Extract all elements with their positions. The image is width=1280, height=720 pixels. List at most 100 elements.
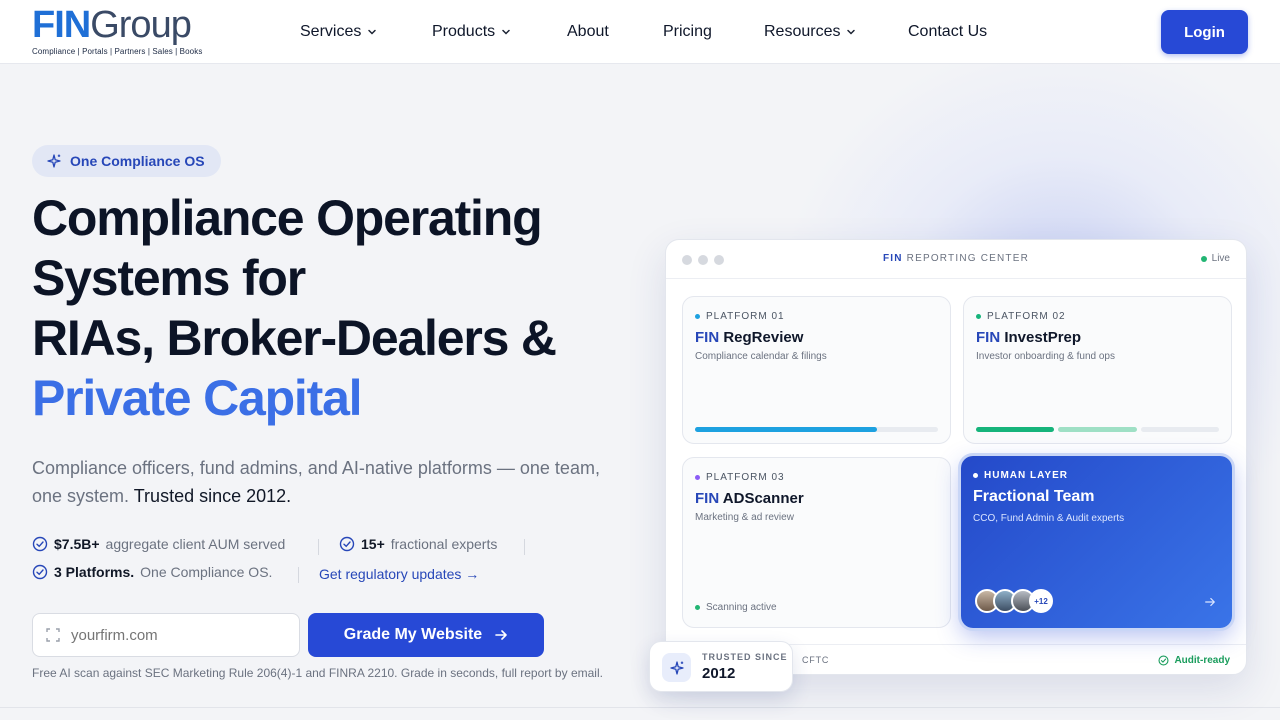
platform-tag-label: PLATFORM 01	[706, 311, 785, 322]
hero-title-accent: Private Capital	[32, 370, 363, 426]
platform-name-label: RegReview	[723, 329, 804, 346]
status-dot-icon	[695, 475, 700, 480]
stat-platforms: 3 Platforms. One Compliance OS.	[32, 564, 272, 580]
hero-badge-label: One Compliance OS	[70, 153, 205, 169]
platform-desc: Investor onboarding & fund ops	[976, 351, 1115, 362]
grade-website-button[interactable]: Grade My Website	[308, 613, 544, 657]
platform-tag: PLATFORM 01	[695, 311, 785, 322]
stat-aum-value: $7.5B+	[54, 536, 100, 552]
status-dot-icon	[976, 314, 981, 319]
platform-tag: PLATFORM 02	[976, 311, 1066, 322]
platform-desc: Compliance calendar & filings	[695, 351, 827, 362]
nav-resources-label: Resources	[764, 23, 841, 40]
team-avatars: +12	[975, 589, 1053, 613]
hero-title-line-1: Compliance Operating	[32, 190, 543, 246]
live-status-label: Live	[1211, 253, 1230, 264]
stat-divider	[524, 539, 525, 555]
platform-name-label: ADScanner	[722, 490, 804, 507]
panel-title-text: REPORTING CENTER	[906, 253, 1030, 264]
hero-subtitle-strong: Trusted since 2012.	[133, 486, 292, 506]
stat-aum: $7.5B+ aggregate client AUM served	[32, 536, 285, 552]
live-dot-icon	[1200, 255, 1207, 262]
nav-about[interactable]: About	[567, 23, 609, 41]
panel-titlebar: FIN REPORTING CENTER Live	[666, 240, 1246, 279]
platform-tag-label: PLATFORM 03	[706, 472, 785, 483]
chevron-down-icon	[847, 29, 856, 35]
chevron-down-icon	[368, 29, 377, 35]
human-layer-tag: HUMAN LAYER	[973, 470, 1068, 481]
arrow-right-icon	[495, 630, 508, 640]
scan-disclaimer: Free AI scan against SEC Marketing Rule …	[32, 666, 603, 680]
live-status: Live	[1200, 253, 1230, 264]
hero-title-line-3: RIAs, Broker-Dealers &	[32, 310, 557, 366]
fingroup-logo[interactable]: FINGroup Compliance | Portals | Partners…	[32, 6, 222, 58]
trusted-since-year: 2012	[702, 665, 736, 682]
website-url-input[interactable]	[71, 626, 271, 644]
hero-badge: One Compliance OS	[32, 145, 221, 177]
stat-aum-text: aggregate client AUM served	[105, 536, 286, 552]
platform-prefix: FIN	[695, 490, 720, 507]
panel-title: FIN REPORTING CENTER	[666, 253, 1246, 264]
audit-ready-status: Audit-ready	[1158, 655, 1230, 666]
hero-title: Compliance Operating Systems for RIAs, B…	[32, 188, 632, 428]
footer-cftc: CFTC	[802, 655, 830, 665]
section-divider	[0, 707, 1280, 708]
logo-group-text: Group	[90, 4, 192, 46]
scan-frame-icon	[46, 628, 60, 642]
website-input-wrapper[interactable]	[32, 613, 300, 657]
trusted-icon-box	[662, 653, 691, 682]
platform-name: FIN RegReview	[695, 329, 803, 346]
platform-card-adscanner[interactable]: PLATFORM 03 FIN ADScanner Marketing & ad…	[682, 457, 951, 628]
nav-products[interactable]: Products	[432, 23, 511, 41]
scanning-status-label: Scanning active	[706, 602, 777, 613]
status-dot-icon	[695, 605, 700, 610]
hero-subtitle: Compliance officers, fund admins, and AI…	[32, 454, 612, 510]
nav-pricing-label: Pricing	[663, 23, 712, 40]
hero-title-line-2: Systems for	[32, 250, 306, 306]
check-circle-icon	[32, 536, 48, 552]
stat-experts-value: 15+	[361, 536, 385, 552]
trusted-since-card: TRUSTED SINCE 2012	[649, 641, 793, 692]
team-name: Fractional Team	[973, 488, 1095, 505]
check-circle-icon	[339, 536, 355, 552]
nav-contact-us[interactable]: Contact Us	[908, 23, 987, 41]
site-header: FINGroup Compliance | Portals | Partners…	[0, 0, 1280, 64]
platform-desc: Marketing & ad review	[695, 512, 794, 523]
nav-pricing[interactable]: Pricing	[663, 23, 712, 41]
platform-tag-label: PLATFORM 02	[987, 311, 1066, 322]
stat-platforms-value: 3 Platforms.	[54, 564, 135, 580]
platform-name-label: InvestPrep	[1004, 329, 1082, 346]
team-desc: CCO, Fund Admin & Audit experts	[973, 513, 1125, 524]
more-members-badge: +12	[1029, 589, 1053, 613]
trusted-since-label: TRUSTED SINCE	[702, 652, 788, 662]
panel-title-strong: FIN	[882, 253, 903, 264]
platform-card-regreview[interactable]: PLATFORM 01 FIN RegReview Compliance cal…	[682, 296, 951, 444]
nav-resources[interactable]: Resources	[764, 23, 856, 41]
platform-card-investprep[interactable]: PLATFORM 02 FIN InvestPrep Investor onbo…	[963, 296, 1232, 444]
logo-tagline: Compliance | Portals | Partners | Sales …	[32, 47, 203, 56]
fractional-team-card[interactable]: HUMAN LAYER Fractional Team CCO, Fund Ad…	[961, 456, 1232, 628]
progress-step-1	[976, 427, 1054, 432]
nav-products-label: Products	[432, 23, 496, 40]
regulatory-updates-link[interactable]: Get regulatory updates →	[319, 566, 479, 582]
human-layer-label: HUMAN LAYER	[984, 470, 1068, 481]
status-dot-icon	[695, 314, 700, 319]
platform-name: FIN InvestPrep	[976, 329, 1081, 346]
platform-tag: PLATFORM 03	[695, 472, 785, 483]
audit-ready-label: Audit-ready	[1174, 655, 1230, 666]
progress-step-2	[1058, 427, 1137, 432]
platform-name: FIN ADScanner	[695, 490, 804, 507]
stat-experts-text: fractional experts	[390, 536, 498, 552]
logo-fin-text: FIN	[32, 4, 91, 46]
check-circle-icon	[1158, 655, 1169, 666]
status-dot-icon	[973, 473, 978, 478]
stat-divider	[318, 539, 319, 555]
scanning-status: Scanning active	[695, 602, 777, 613]
login-button[interactable]: Login	[1161, 10, 1248, 54]
nav-contact-label: Contact Us	[908, 23, 988, 40]
check-circle-icon	[32, 564, 48, 580]
nav-services[interactable]: Services	[300, 23, 377, 41]
arrow-right-icon[interactable]	[1204, 596, 1216, 608]
progress-step-3	[1141, 427, 1219, 432]
nav-services-label: Services	[300, 23, 362, 40]
